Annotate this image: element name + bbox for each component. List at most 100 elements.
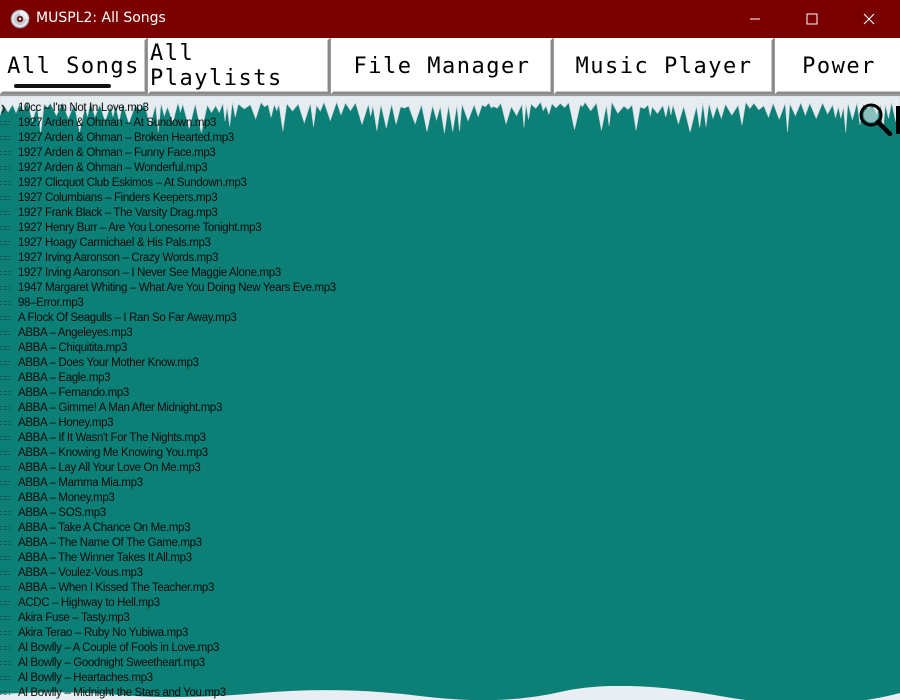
row-handle-icon: ∷∷	[0, 209, 11, 218]
song-list-item[interactable]: ∷∷ ABBA – Mamma Mia.mp3	[0, 476, 500, 491]
song-title: ABBA – The Winner Takes It All.mp3	[18, 552, 192, 564]
row-handle-icon: ∷∷	[0, 524, 11, 533]
song-list-item[interactable]: ∷∷ ABBA – Money.mp3	[0, 491, 500, 506]
song-list-item[interactable]: ∷∷ 1927 Arden & Ohman – Wonderful.mp3	[0, 161, 500, 176]
song-list-item[interactable]: ∷∷ ABBA – SOS.mp3	[0, 506, 500, 521]
song-title: 1927 Clicquot Club Eskimos – At Sundown.…	[18, 177, 247, 189]
row-handle-icon: ∷∷	[0, 584, 11, 593]
maximize-button[interactable]	[789, 0, 835, 38]
maximize-icon	[806, 13, 818, 25]
row-handle-icon: ∷∷	[0, 164, 11, 173]
song-list: ❯ 10cc – I'm Not In Love.mp3 ∷∷ 1927 Arden …	[0, 101, 500, 700]
song-list-item[interactable]: ∷∷ Akira Fuse – Tasty.mp3	[0, 611, 500, 626]
song-list-item[interactable]: ∷∷ Akira Terao – Ruby No Yubiwa.mp3	[0, 626, 500, 641]
song-list-item[interactable]: ∷∷ 1927 Clicquot Club Eskimos – At Sundow…	[0, 176, 500, 191]
active-tab-indicator	[14, 84, 111, 88]
song-list-item[interactable]: ∷∷ 1927 Arden & Ohman – Funny Face.mp3	[0, 146, 500, 161]
song-list-item[interactable]: ∷∷ ACDC – Highway to Hell.mp3	[0, 596, 500, 611]
row-handle-icon: ∷∷	[0, 134, 11, 143]
song-list-item[interactable]: ∷∷ Al Bowlly – Goodnight Sweetheart.mp3	[0, 656, 500, 671]
song-list-item[interactable]: ∷∷ Al Bowlly – Midnight the Stars and You…	[0, 686, 500, 700]
minimize-button[interactable]	[732, 0, 778, 38]
song-list-item[interactable]: ∷∷ 1927 Arden & Ohman – At Sundown.mp3	[0, 116, 500, 131]
row-handle-icon: ∷∷	[0, 539, 11, 548]
song-title: 1927 Columbians – Finders Keepers.mp3	[18, 192, 218, 204]
song-title: Al Bowlly – Goodnight Sweetheart.mp3	[18, 657, 205, 669]
song-title: 1927 Henry Burr – Are You Lonesome Tonig…	[18, 222, 262, 234]
song-list-item[interactable]: ∷∷ ABBA – Eagle.mp3	[0, 371, 500, 386]
row-handle-icon: ∷∷	[0, 419, 11, 428]
row-handle-icon: ∷∷	[0, 284, 11, 293]
song-list-item[interactable]: ∷∷ ABBA – Does Your Mother Know.mp3	[0, 356, 500, 371]
song-list-item[interactable]: ∷∷ 98–Error.mp3	[0, 296, 500, 311]
song-list-item[interactable]: ∷∷ ABBA – The Name Of The Game.mp3	[0, 536, 500, 551]
row-handle-icon: ∷∷	[0, 404, 11, 413]
song-title: ABBA – Lay All Your Love On Me.mp3	[18, 462, 201, 474]
scrollbar-edge[interactable]	[896, 106, 900, 134]
song-list-item[interactable]: ∷∷ ABBA – Gimme! A Man After Midnight.mp3	[0, 401, 500, 416]
song-title: 1927 Irving Aaronson – I Never See Maggi…	[18, 267, 281, 279]
song-list-item[interactable]: ∷∷ ABBA – If It Wasn't For The Nights.mp3	[0, 431, 500, 446]
tab-bar: All Songs All Playlists File Manager Mus…	[0, 38, 900, 96]
cd-icon	[10, 9, 30, 29]
song-title: Akira Fuse – Tasty.mp3	[18, 612, 130, 624]
row-handle-icon: ∷∷	[0, 599, 11, 608]
song-list-item[interactable]: ∷∷ 1927 Columbians – Finders Keepers.mp3	[0, 191, 500, 206]
search-icon[interactable]	[856, 100, 896, 140]
song-list-item[interactable]: ∷∷ ABBA – Chiquitita.mp3	[0, 341, 500, 356]
song-list-item[interactable]: ∷∷ 1927 Henry Burr – Are You Lonesome Ton…	[0, 221, 500, 236]
row-handle-icon: ∷∷	[0, 194, 11, 203]
row-handle-icon: ∷∷	[0, 644, 11, 653]
row-handle-icon: ∷∷	[0, 179, 11, 188]
song-title: ABBA – Eagle.mp3	[18, 372, 111, 384]
tab-music-player[interactable]: Music Player	[554, 38, 774, 94]
song-title: 1927 Arden & Ohman – Wonderful.mp3	[18, 162, 208, 174]
row-handle-icon: ∷∷	[0, 344, 11, 353]
row-handle-icon: ∷∷	[0, 389, 11, 398]
song-title: Al Bowlly – Midnight the Stars and You.m…	[18, 687, 226, 699]
row-handle-icon: ∷∷	[0, 239, 11, 248]
song-list-item[interactable]: ∷∷ 1927 Irving Aaronson – Crazy Words.mp3	[0, 251, 500, 266]
song-list-item[interactable]: ∷∷ ABBA – Voulez-Vous.mp3	[0, 566, 500, 581]
close-icon	[863, 13, 875, 25]
row-handle-icon: ∷∷	[0, 689, 11, 698]
song-list-item[interactable]: ∷∷ ABBA – Angeleyes.mp3	[0, 326, 500, 341]
row-handle-icon: ∷∷	[0, 314, 11, 323]
song-list-item[interactable]: ∷∷ ABBA – Honey.mp3	[0, 416, 500, 431]
song-list-item[interactable]: ∷∷ Al Bowlly – A Couple of Fools in Love.…	[0, 641, 500, 656]
tab-label: All Playlists	[150, 41, 283, 91]
song-list-item[interactable]: ∷∷ ABBA – When I Kissed The Teacher.mp3	[0, 581, 500, 596]
row-handle-icon: ∷∷	[0, 479, 11, 488]
song-list-item[interactable]: ∷∷ ABBA – Lay All Your Love On Me.mp3	[0, 461, 500, 476]
tab-power[interactable]: Power	[775, 38, 900, 94]
song-title: Al Bowlly – A Couple of Fools in Love.mp…	[18, 642, 220, 654]
row-handle-icon: ∷∷	[0, 149, 11, 158]
song-list-item[interactable]: ∷∷ ABBA – Fernando.mp3	[0, 386, 500, 401]
tab-all-playlists[interactable]: All Playlists	[148, 38, 330, 94]
song-list-item[interactable]: ∷∷ 1927 Arden & Ohman – Broken Hearted.mp…	[0, 131, 500, 146]
song-list-item[interactable]: ∷∷ A Flock Of Seagulls – I Ran So Far Awa…	[0, 311, 500, 326]
song-title: ABBA – Does Your Mother Know.mp3	[18, 357, 199, 369]
song-list-item[interactable]: ∷∷ ABBA – Take A Chance On Me.mp3	[0, 521, 500, 536]
song-list-item[interactable]: ∷∷ 1927 Hoagy Carmichael & His Pals.mp3	[0, 236, 500, 251]
title-bar[interactable]: MUSPL2: All Songs	[0, 0, 900, 38]
song-list-item[interactable]: ∷∷ 1927 Irving Aaronson – I Never See Mag…	[0, 266, 500, 281]
song-list-item[interactable]: ∷∷ ABBA – The Winner Takes It All.mp3	[0, 551, 500, 566]
song-list-item[interactable]: ❯ 10cc – I'm Not In Love.mp3	[0, 101, 500, 116]
song-title: ABBA – When I Kissed The Teacher.mp3	[18, 582, 215, 594]
row-handle-icon: ∷∷	[0, 299, 11, 308]
tab-file-manager[interactable]: File Manager	[331, 38, 553, 94]
song-title: ABBA – SOS.mp3	[18, 507, 106, 519]
row-handle-icon: ∷∷	[0, 329, 11, 338]
row-handle-icon: ∷∷	[0, 119, 11, 128]
song-title: ABBA – Knowing Me Knowing You.mp3	[18, 447, 208, 459]
song-list-item[interactable]: ∷∷ ABBA – Knowing Me Knowing You.mp3	[0, 446, 500, 461]
window-title: MUSPL2: All Songs	[36, 10, 166, 26]
song-list-item[interactable]: ∷∷ 1947 Margaret Whiting – What Are You D…	[0, 281, 500, 296]
song-list-item[interactable]: ∷∷ Al Bowlly – Heartaches.mp3	[0, 671, 500, 686]
row-handle-icon: ∷∷	[0, 569, 11, 578]
minimize-icon	[750, 18, 760, 20]
close-button[interactable]	[846, 0, 892, 38]
song-list-item[interactable]: ∷∷ 1927 Frank Black – The Varsity Drag.mp…	[0, 206, 500, 221]
song-list-panel[interactable]: ❯ 10cc – I'm Not In Love.mp3 ∷∷ 1927 Arden …	[0, 96, 900, 700]
